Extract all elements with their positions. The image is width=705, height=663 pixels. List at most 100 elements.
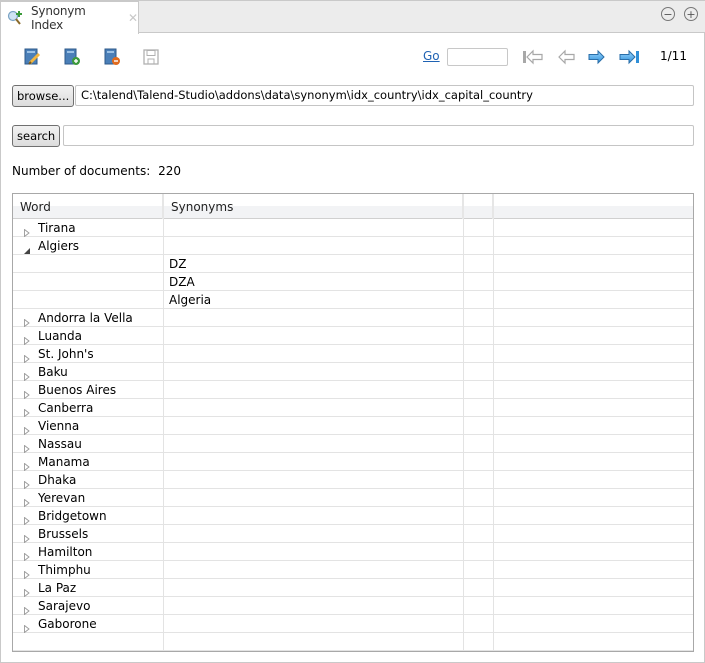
collapsed-arrow-icon[interactable] [23,530,31,544]
table-row[interactable]: Dhaka [13,471,693,490]
extra-cell [464,633,494,651]
table-row[interactable]: Hamilton [13,543,693,562]
collapsed-arrow-icon[interactable] [23,602,31,616]
expanded-arrow-icon[interactable] [23,242,31,254]
word-label: La Paz [38,581,77,595]
extra-cell [464,381,494,399]
word-cell: Manama [13,453,164,472]
extra-cell [464,327,494,345]
add-document-icon[interactable] [63,48,81,66]
synonym-cell [164,597,464,615]
collapsed-arrow-icon[interactable] [23,350,31,364]
word-label: Brussels [38,527,89,541]
collapsed-arrow-icon[interactable] [23,476,31,490]
table-row[interactable]: Canberra [13,399,693,418]
next-page-icon[interactable] [586,48,608,66]
word-label: Canberra [38,401,94,415]
table-row[interactable]: Nassau [13,435,693,454]
remove-document-icon[interactable] [103,48,121,66]
table-row[interactable]: La Paz [13,579,693,598]
collapsed-arrow-icon[interactable] [23,314,31,328]
search-input[interactable] [63,125,694,146]
table-row[interactable]: Luanda [13,327,693,346]
close-icon[interactable]: ✕ [128,11,138,25]
word-label: St. John's [38,347,94,361]
table-row[interactable]: Bridgetown [13,507,693,526]
collapsed-arrow-icon[interactable] [23,566,31,580]
table-row[interactable]: Manama [13,453,693,472]
page-number-input[interactable] [447,48,508,66]
table-row[interactable]: Algiers [13,237,693,255]
table-row[interactable]: DZA [13,273,693,291]
collapsed-arrow-icon[interactable] [23,548,31,562]
table-row[interactable]: Vienna [13,417,693,436]
table-row[interactable]: Buenos Aires [13,381,693,400]
table-row[interactable]: St. John's [13,345,693,364]
extra-cell [464,507,494,525]
collapsed-arrow-icon[interactable] [23,512,31,526]
table-row[interactable]: Baku [13,363,693,382]
word-label: Buenos Aires [38,383,117,397]
collapsed-arrow-icon[interactable] [23,368,31,382]
table-row[interactable]: Gaborone [13,615,693,634]
collapsed-arrow-icon[interactable] [23,332,31,346]
edit-document-icon[interactable] [23,48,41,66]
table-row[interactable]: Yerevan [13,489,693,508]
collapsed-arrow-icon[interactable] [23,440,31,454]
synonym-cell [164,435,464,453]
word-cell: Nassau [13,435,164,454]
table-row[interactable] [13,633,693,651]
word-cell: Yerevan [13,489,164,508]
synonym-index-view: Synonym Index ✕ − + Go 1/11 browse... C:… [0,0,705,663]
column-header-extra[interactable] [464,194,494,219]
last-page-icon[interactable] [619,48,641,66]
table-row[interactable]: Tirana [13,219,693,238]
minimize-icon[interactable]: − [661,7,675,21]
first-page-icon[interactable] [522,48,544,66]
word-cell: St. John's [13,345,164,364]
table-row[interactable]: Thimphu [13,561,693,580]
word-label: Vienna [38,419,80,433]
table-row[interactable]: Algeria [13,291,693,309]
synonym-cell [164,327,464,345]
word-cell: Hamilton [13,543,164,562]
table-header: Word Synonyms [13,194,693,219]
table-row[interactable]: Andorra la Vella [13,309,693,328]
index-path-field[interactable]: C:\talend\Talend-Studio\addons\data\syno… [75,85,694,106]
collapsed-arrow-icon[interactable] [23,494,31,508]
word-label: Andorra la Vella [38,311,133,325]
extra-cell [464,219,494,237]
word-cell: Dhaka [13,471,164,490]
page-indicator: 1/11 [660,49,687,63]
browse-button[interactable]: browse... [12,85,75,107]
go-link[interactable]: Go [423,49,440,63]
collapsed-arrow-icon[interactable] [23,224,31,238]
collapsed-arrow-icon[interactable] [23,458,31,472]
collapsed-arrow-icon[interactable] [23,584,31,598]
maximize-icon[interactable]: + [684,7,698,21]
synonym-cell [164,579,464,597]
word-cell: Sarajevo [13,597,164,616]
synonym-cell [164,453,464,471]
save-icon[interactable] [142,48,160,66]
synonym-cell: Algeria [164,291,464,309]
extra-cell [464,399,494,417]
synonym-cell [164,381,464,399]
synonym-cell [164,219,464,237]
collapsed-arrow-icon[interactable] [23,422,31,436]
previous-page-icon[interactable] [557,48,579,66]
extra-cell [464,471,494,489]
table-row[interactable]: DZ [13,255,693,273]
collapsed-arrow-icon[interactable] [23,620,31,634]
column-header-word[interactable]: Word [13,194,164,219]
tab-bar: Synonym Index ✕ − + [1,1,705,34]
synonym-cell [164,489,464,507]
table-row[interactable]: Brussels [13,525,693,544]
tab-synonym-index[interactable]: Synonym Index ✕ [1,1,139,34]
search-button[interactable]: search [12,125,61,147]
collapsed-arrow-icon[interactable] [23,386,31,400]
collapsed-arrow-icon[interactable] [23,404,31,418]
extra-cell [464,561,494,579]
table-row[interactable]: Sarajevo [13,597,693,616]
column-header-synonyms[interactable]: Synonyms [164,194,464,219]
